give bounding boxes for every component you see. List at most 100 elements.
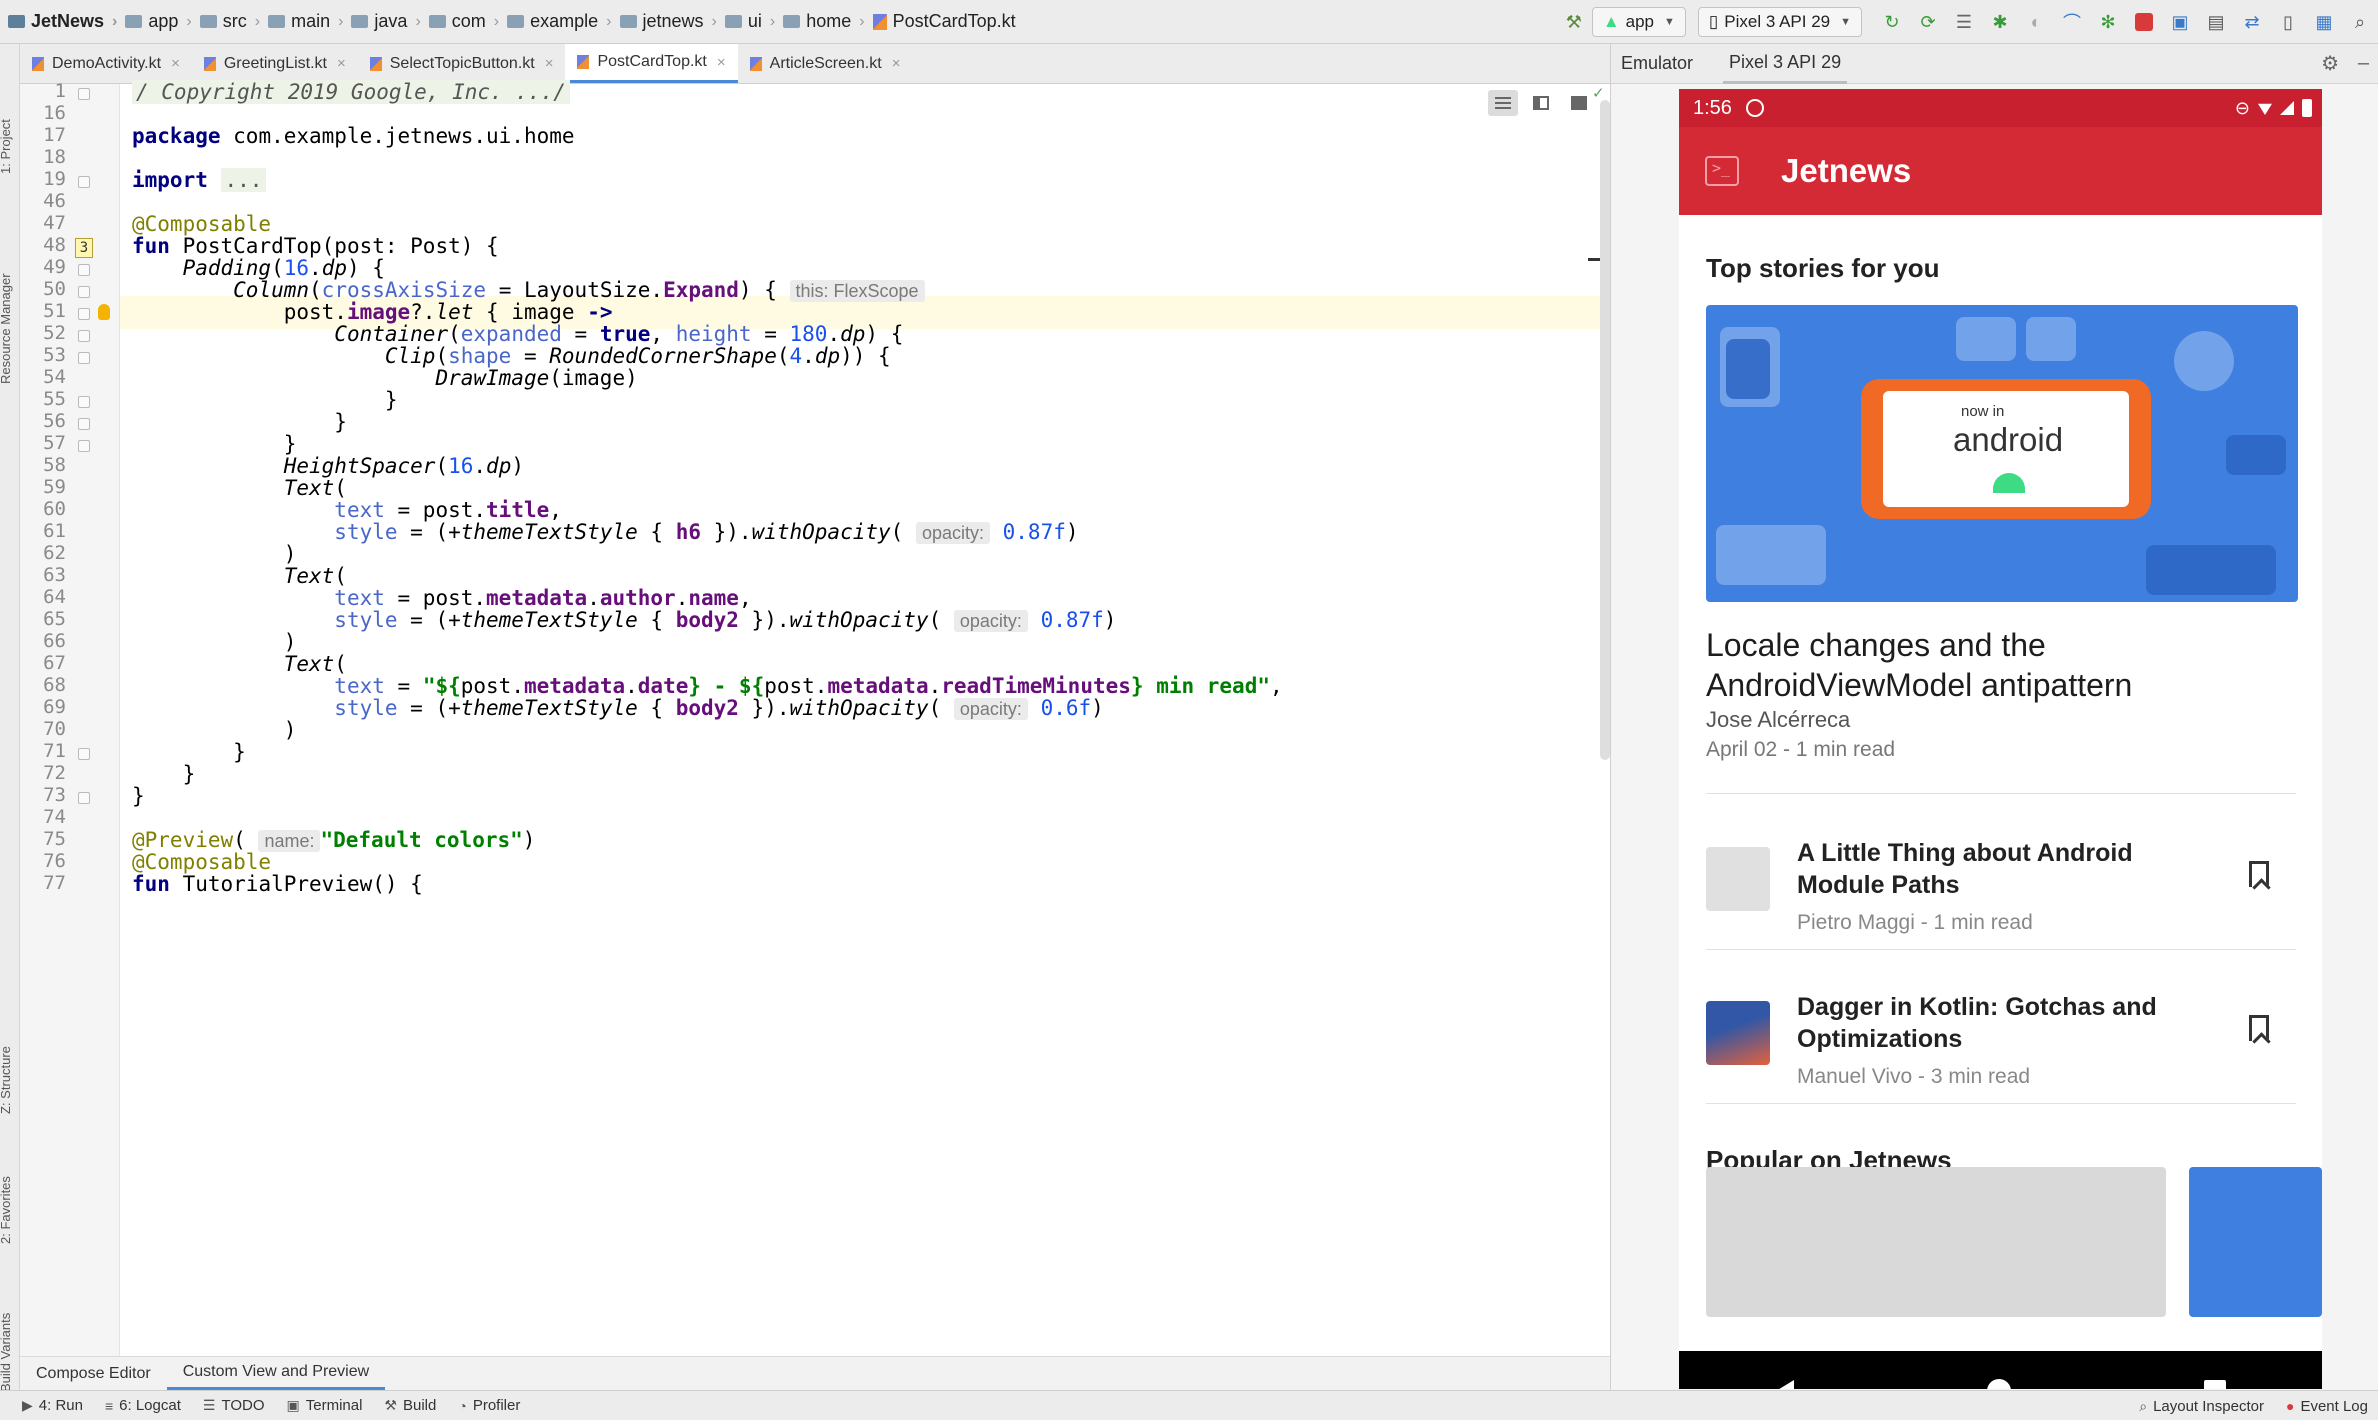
search-icon[interactable]: ⌕ <box>2347 9 2373 35</box>
breadcrumb-src[interactable]: src › <box>199 11 260 32</box>
fold-marker-icon[interactable] <box>78 792 90 804</box>
debug-icon[interactable]: ✱ <box>1987 9 2013 35</box>
apply-changes-icon[interactable]: ↻ <box>1879 9 1905 35</box>
close-icon[interactable]: × <box>717 54 726 71</box>
fold-marker-icon[interactable] <box>78 286 90 298</box>
featured-title[interactable]: Locale changes and the AndroidViewModel … <box>1706 625 2296 705</box>
breadcrumb-com[interactable]: com › <box>428 11 499 32</box>
sync-icon[interactable]: ⇄ <box>2239 9 2265 35</box>
tool-window-favorites[interactable]: 2: Favorites <box>0 1176 13 1244</box>
popular-card-image[interactable] <box>2189 1167 2322 1317</box>
layout-inspector-button[interactable]: ⌕ Layout Inspector <box>2139 1398 2264 1415</box>
avd-manager-icon[interactable]: ▣ <box>2167 9 2193 35</box>
close-icon[interactable]: × <box>545 55 554 72</box>
status-label: Layout Inspector <box>2153 1397 2264 1415</box>
line-number: 71 <box>43 740 66 762</box>
fold-marker-icon[interactable] <box>78 352 90 364</box>
gutter-badge[interactable]: 3 <box>75 238 93 258</box>
breadcrumb-file[interactable]: PostCardTop.kt <box>872 11 1016 32</box>
todo-tool-button[interactable]: ☰ TODO <box>203 1397 265 1414</box>
fold-marker-icon[interactable] <box>78 748 90 760</box>
status-label: Event Log <box>2300 1397 2368 1415</box>
project-structure-icon[interactable]: ▦ <box>2311 9 2337 35</box>
tab-postcardtop[interactable]: PostCardTop.kt × <box>565 44 738 83</box>
close-icon[interactable]: × <box>171 55 180 72</box>
terminal-tool-button[interactable]: ▣ Terminal <box>287 1397 363 1414</box>
tab-compose-editor[interactable]: Compose Editor <box>20 1357 167 1390</box>
breadcrumb-java[interactable]: java › <box>351 11 421 32</box>
stop-icon[interactable] <box>2131 9 2157 35</box>
event-log-button[interactable]: ● Event Log <box>2286 1398 2368 1415</box>
code-area[interactable]: / Copyright 2019 Google, Inc. .../ packa… <box>132 80 1592 1356</box>
jetnews-logo-icon[interactable] <box>1705 156 1739 186</box>
close-icon[interactable]: × <box>892 55 901 72</box>
back-icon[interactable] <box>1775 1380 1794 1389</box>
feed[interactable]: Top stories for you now in android Local… <box>1679 215 2322 1215</box>
hammer-icon[interactable]: ⚒ <box>1561 9 1587 35</box>
recents-icon[interactable] <box>2203 1380 2226 1389</box>
tool-window-build-variants[interactable]: Build Variants <box>0 1313 13 1392</box>
minimize-icon[interactable]: – <box>2358 52 2369 75</box>
line-number: 50 <box>43 278 66 300</box>
post-title: A Little Thing about Android Module Path… <box>1797 839 2133 899</box>
bookmark-icon[interactable] <box>2249 861 2269 887</box>
breadcrumb-example[interactable]: example › <box>507 11 612 32</box>
phone-screen[interactable]: 1:56 ⊖ Jetnews Top stories for you <box>1679 89 2322 1389</box>
breadcrumb-home[interactable]: home › <box>783 11 865 32</box>
device-select[interactable]: ▯ Pixel 3 API 29 ▼ <box>1697 7 1862 37</box>
tab-custom-view-preview[interactable]: Custom View and Preview <box>166 1357 386 1390</box>
featured-meta: April 02 - 1 min read <box>1706 738 1896 761</box>
profiler-tool-button[interactable]: ◔ Profiler <box>458 1397 520 1414</box>
profile-icon[interactable]: ◐ <box>2023 9 2049 35</box>
tool-window-project[interactable]: 1: Project <box>0 119 13 174</box>
fold-marker-icon[interactable] <box>78 440 90 452</box>
hammer-icon: ⚒ <box>384 1397 397 1413</box>
breadcrumb-label: ui <box>747 11 762 31</box>
attach-process-icon[interactable]: ✻ <box>2095 9 2121 35</box>
logcat-tool-button[interactable]: ≡ 6: Logcat <box>105 1397 181 1414</box>
build-tool-button[interactable]: ⚒ Build <box>384 1397 436 1414</box>
kotlin-file-icon <box>32 56 44 71</box>
fold-marker-icon[interactable] <box>78 88 90 100</box>
breadcrumb-main[interactable]: main › <box>268 11 343 32</box>
fold-marker-icon[interactable] <box>78 396 90 408</box>
breadcrumb-jetnews[interactable]: jetnews › <box>619 11 717 32</box>
line-number: 64 <box>43 586 66 608</box>
run-config-select[interactable]: ▲ app ▼ <box>1591 7 1686 37</box>
list-item[interactable]: Dagger in Kotlin: Gotchas and Optimizati… <box>1706 991 2298 1095</box>
line-number: 73 <box>43 784 66 806</box>
divider <box>1706 793 2296 794</box>
fold-marker-icon[interactable] <box>78 176 90 188</box>
apply-code-changes-icon[interactable]: ⟳ <box>1915 9 1941 35</box>
code-editor[interactable]: 1 16 17 18 19 46 47 48 3 49 50 51 52 53 54 55 56 57 58 59 60… <box>20 80 1610 1356</box>
run-config-label: app <box>1625 12 1655 31</box>
home-icon[interactable] <box>1986 1379 2011 1389</box>
fold-marker-icon[interactable] <box>78 330 90 342</box>
run-tool-button[interactable]: ▶ 4: Run <box>22 1397 83 1414</box>
emulator-device-tab[interactable]: Pixel 3 API 29 <box>1723 44 1848 84</box>
bookmark-icon[interactable] <box>2249 1015 2269 1041</box>
breadcrumb-project[interactable]: JetNews › <box>8 11 117 32</box>
fold-marker-icon[interactable] <box>78 264 90 276</box>
breadcrumb-ui[interactable]: ui › <box>724 11 775 32</box>
attach-debugger-icon[interactable]: ⌒ <box>2059 9 2085 35</box>
featured-image[interactable]: now in android <box>1706 305 2298 602</box>
device-label: Pixel 3 API 29 <box>1724 12 1831 31</box>
tool-window-structure[interactable]: Z: Structure <box>0 1046 13 1114</box>
popular-card-image[interactable] <box>1706 1167 2166 1317</box>
hero-now-in-text: now in <box>1961 403 2005 420</box>
close-icon[interactable]: × <box>337 55 346 72</box>
chevron-down-icon: ▼ <box>1840 16 1851 28</box>
fold-marker-icon[interactable] <box>78 308 90 320</box>
device-manager-icon[interactable]: ▯ <box>2275 9 2301 35</box>
list-item[interactable]: A Little Thing about Android Module Path… <box>1706 837 2298 941</box>
fold-marker-icon[interactable] <box>78 418 90 430</box>
lightbulb-icon[interactable] <box>98 304 110 320</box>
tool-window-resource-manager[interactable]: Resource Manager <box>0 273 13 384</box>
vertical-scrollbar[interactable] <box>1600 100 1610 760</box>
sdk-manager-icon[interactable]: ▤ <box>2203 9 2229 35</box>
breadcrumb-app[interactable]: app › <box>125 11 192 32</box>
gear-icon[interactable]: ⚙ <box>2321 51 2339 76</box>
coverage-icon[interactable]: ☰ <box>1951 9 1977 35</box>
tab-articlescreen[interactable]: ArticleScreen.kt × <box>738 44 913 83</box>
